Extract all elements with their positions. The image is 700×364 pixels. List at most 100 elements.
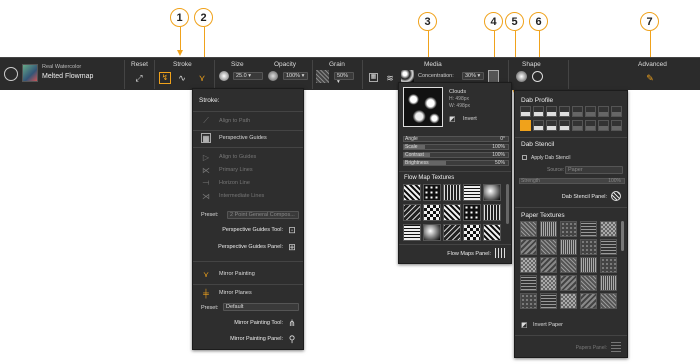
opacity-value-dropdown[interactable]: 100% ▾ [283, 72, 308, 80]
paper-texture-thumbnail[interactable] [520, 257, 537, 273]
paper-texture-thumbnail[interactable] [600, 239, 617, 255]
mirror-painting-option[interactable]: ⋎ Mirror Painting [201, 269, 255, 279]
paper-texture-thumbnail[interactable] [540, 275, 557, 291]
flow-map-texture-thumbnail[interactable] [443, 224, 461, 241]
invert-paper-label: Invert Paper [533, 322, 563, 328]
flow-map-texture-thumbnail[interactable] [483, 184, 501, 201]
perspective-panel-icon[interactable]: ⊞ [287, 242, 297, 252]
dab-profile-icon[interactable] [516, 71, 527, 82]
perspective-tool-icon[interactable]: ⊡ [287, 225, 297, 235]
grain-texture-icon[interactable] [316, 70, 329, 83]
paper-texture-thumbnail[interactable] [600, 221, 617, 237]
paper-texture-thumbnail[interactable] [580, 221, 597, 237]
flow-maps-panel-icon[interactable] [495, 248, 505, 258]
perspective-preset-dropdown[interactable]: 2 Point General Compos... [227, 211, 299, 219]
paper-texture-thumbnail[interactable] [560, 293, 577, 309]
paper-texture-thumbnail[interactable] [560, 257, 577, 273]
dab-stencil-panel-icon[interactable] [611, 191, 621, 201]
mirror-preset-dropdown[interactable]: Default [223, 303, 299, 311]
reset-tool-icon[interactable]: ⤢ [134, 73, 144, 83]
paper-texture-thumbnail[interactable] [540, 257, 557, 273]
paper-texture-thumbnail[interactable] [560, 239, 577, 255]
dab-stencil-icon[interactable] [532, 71, 543, 82]
dab-profile-option[interactable] [585, 106, 596, 117]
paper-texture-thumbnail[interactable] [580, 239, 597, 255]
flow-map-preview[interactable] [403, 87, 443, 127]
flow-map-texture-thumbnail[interactable] [463, 204, 481, 221]
stroke-attributes-button[interactable]: ↯ [159, 72, 171, 84]
paper-texture-thumbnail[interactable] [560, 275, 577, 291]
mirror-planes-option[interactable]: ╪ Mirror Planes [201, 288, 252, 298]
flow-map-texture-thumbnail[interactable] [443, 204, 461, 221]
primary-lines-option[interactable]: ⋉ Primary Lines [201, 165, 253, 175]
dab-profile-option[interactable] [598, 120, 609, 131]
flow-map-texture-thumbnail[interactable] [423, 204, 441, 221]
brush-variant-label[interactable]: Melted Flowmap [42, 73, 93, 80]
paper-texture-thumbnail[interactable] [600, 275, 617, 291]
dab-profile-option[interactable] [546, 120, 557, 131]
paper-texture-thumbnail[interactable] [600, 257, 617, 273]
dab-profile-option[interactable] [559, 120, 570, 131]
flow-map-scrollbar[interactable] [506, 184, 509, 224]
dab-profile-option[interactable] [520, 106, 531, 117]
paper-texture-thumbnail[interactable] [600, 293, 617, 309]
dab-profile-option[interactable] [611, 106, 622, 117]
paper-texture-thumbnail[interactable] [580, 257, 597, 273]
dab-profile-option[interactable] [533, 120, 544, 131]
dab-profile-option[interactable] [559, 106, 570, 117]
align-to-path-option[interactable]: ⟋ Align to Path [201, 116, 250, 126]
paper-texture-thumbnail[interactable] [520, 293, 537, 309]
dab-profile-option[interactable] [533, 106, 544, 117]
invert-paper-icon[interactable]: ◩ [521, 321, 528, 329]
dab-profile-option[interactable] [572, 106, 583, 117]
paper-texture-thumbnail[interactable] [540, 239, 557, 255]
brush-variant-thumbnail[interactable] [22, 64, 38, 82]
divider [515, 335, 627, 336]
flow-map-texture-thumbnail[interactable] [483, 224, 501, 241]
dab-profile-option[interactable] [585, 120, 596, 131]
dab-profile-option[interactable] [520, 120, 531, 131]
flow-map-texture-thumbnail[interactable] [423, 224, 441, 241]
intermediate-lines-option[interactable]: ⋊ Intermediate Lines [201, 191, 264, 201]
paper-texture-thumbnail[interactable] [520, 221, 537, 237]
apply-stencil-checkbox[interactable] [522, 155, 527, 160]
align-to-guides-option[interactable]: ▷ Align to Guides [201, 152, 256, 162]
paper-texture-thumbnail[interactable] [520, 275, 537, 291]
paper-texture-thumbnail[interactable] [580, 293, 597, 309]
dab-profile-option[interactable] [572, 120, 583, 131]
paper-texture-thumbnail[interactable] [560, 221, 577, 237]
perspective-guides-option[interactable]: ▦ Perspective Guides [201, 133, 267, 143]
angle-slider[interactable] [403, 136, 509, 142]
size-value-dropdown[interactable]: 25.0 ▾ [233, 72, 263, 80]
media-stack-icon[interactable]: ≋ [385, 73, 395, 83]
stroke-path-icon[interactable]: ∿ [177, 73, 187, 83]
flow-map-texture-thumbnail[interactable] [403, 204, 421, 221]
dab-profile-option[interactable] [598, 106, 609, 117]
paper-scrollbar[interactable] [621, 221, 624, 251]
flow-map-texture-thumbnail[interactable] [463, 184, 481, 201]
brush-selector-icon[interactable] [4, 67, 18, 81]
grain-value-dropdown[interactable]: 50% ▾ [334, 72, 354, 85]
invert-icon[interactable]: ◩ [449, 115, 456, 123]
mirror-tool-icon[interactable]: ⋔ [287, 318, 297, 328]
flow-map-texture-thumbnail[interactable] [463, 224, 481, 241]
advanced-brush-controls-icon[interactable]: ✎ [645, 73, 655, 83]
horizon-line-option[interactable]: ⟞ Horizon Line [201, 178, 250, 188]
flow-map-texture-thumbnail[interactable] [483, 204, 501, 221]
paper-texture-thumbnail[interactable] [540, 221, 557, 237]
flow-map-texture-thumbnail[interactable] [403, 184, 421, 201]
flow-map-texture-thumbnail[interactable] [423, 184, 441, 201]
dab-profile-option[interactable] [611, 120, 622, 131]
flow-map-texture-thumbnail[interactable] [403, 224, 421, 241]
paper-texture-thumbnail[interactable] [520, 239, 537, 255]
paper-texture-thumbnail[interactable] [580, 275, 597, 291]
flow-map-texture-thumbnail[interactable] [443, 184, 461, 201]
dab-profile-option[interactable] [546, 106, 557, 117]
source-dropdown[interactable]: Paper [565, 166, 623, 174]
stroke-symmetry-icon[interactable]: ⋎ [197, 73, 207, 83]
papers-panel-icon[interactable] [611, 342, 621, 352]
media-layer-icon[interactable]: ▦ [369, 73, 378, 82]
concentration-dropdown[interactable]: 30% ▾ [462, 72, 484, 80]
mirror-panel-icon[interactable]: ⚲ [287, 334, 297, 344]
paper-texture-thumbnail[interactable] [540, 293, 557, 309]
